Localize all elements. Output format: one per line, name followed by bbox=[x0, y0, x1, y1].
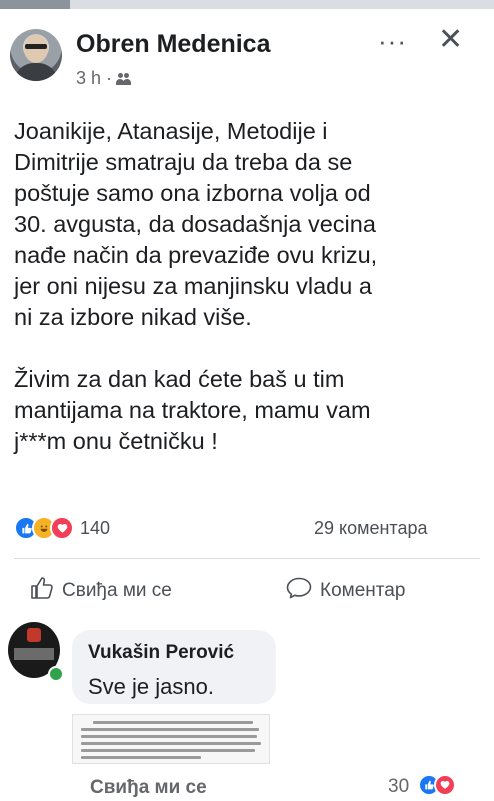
post-meta: 3 h · bbox=[76, 68, 132, 89]
comment-button[interactable]: Коментар bbox=[286, 577, 405, 605]
post-time[interactable]: 3 h · bbox=[76, 68, 112, 89]
speech-bubble-icon bbox=[286, 577, 312, 605]
comment-image-attachment[interactable] bbox=[72, 714, 270, 764]
close-icon[interactable]: ✕ bbox=[438, 22, 463, 57]
comment-button-label: Коментар bbox=[320, 580, 406, 601]
more-options-icon[interactable]: ··· bbox=[378, 26, 407, 57]
friends-icon bbox=[116, 72, 132, 85]
comment-text: Sve je jasno. bbox=[88, 674, 214, 699]
active-tab-indicator bbox=[0, 0, 70, 9]
comment-count[interactable]: 29 коментара bbox=[314, 518, 428, 539]
comment-reaction-count: 30 bbox=[388, 776, 410, 797]
thumbs-up-icon bbox=[30, 577, 54, 605]
reaction-summary[interactable]: 140 bbox=[14, 516, 110, 540]
top-tab-strip bbox=[0, 0, 494, 9]
post-author-name[interactable]: Obren Medenica bbox=[76, 30, 271, 59]
like-button[interactable]: Свиђа ми се bbox=[30, 577, 172, 605]
divider bbox=[14, 558, 480, 559]
online-status-dot bbox=[48, 666, 64, 682]
comment-reactions[interactable] bbox=[418, 774, 456, 796]
like-button-label: Свиђа ми се bbox=[62, 580, 172, 601]
love-reaction-icon bbox=[434, 774, 456, 796]
reaction-count: 140 bbox=[80, 517, 111, 538]
comment-like-button[interactable]: Свиђа ми се bbox=[90, 777, 207, 799]
comment-author-name[interactable]: Vukašin Perović bbox=[88, 642, 234, 664]
love-reaction-icon bbox=[50, 516, 74, 540]
post-body-text: Joanikije, Atanasije, Metodije i Dimitri… bbox=[14, 118, 378, 454]
author-avatar[interactable] bbox=[10, 29, 62, 81]
